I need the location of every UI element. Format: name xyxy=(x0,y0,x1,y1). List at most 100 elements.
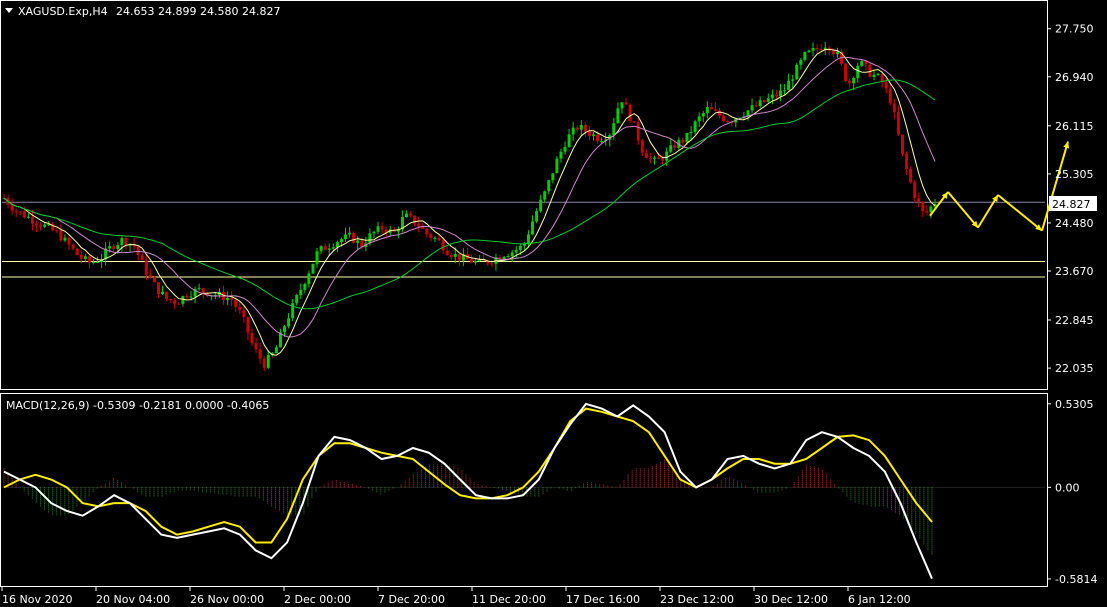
candle-body xyxy=(705,107,709,114)
candle-body xyxy=(124,238,128,246)
candle-body xyxy=(96,261,100,263)
candle-body xyxy=(22,211,26,218)
candle-body xyxy=(173,300,177,304)
candle-body xyxy=(161,291,165,294)
candle-body xyxy=(787,80,791,91)
candle-body xyxy=(835,51,839,55)
macd-line xyxy=(3,402,933,580)
candle-body xyxy=(55,230,59,232)
candle-body xyxy=(87,256,91,263)
candle-body xyxy=(563,147,567,152)
candle-body xyxy=(238,306,242,311)
time-tick-label: 6 Jan 12:00 xyxy=(848,593,911,606)
candle-body xyxy=(18,211,22,213)
candle-body xyxy=(665,151,669,161)
projection-arrows xyxy=(929,141,1070,232)
candle-body xyxy=(575,127,579,130)
candle-body xyxy=(417,223,421,227)
candle-body xyxy=(474,260,478,263)
macd-lines xyxy=(3,402,933,580)
candle-body xyxy=(555,158,559,174)
candle-body xyxy=(71,244,75,249)
candle-body xyxy=(35,223,39,226)
macd-tick-label: 0.00 xyxy=(1055,481,1080,494)
macd-axis: 0.5305 0.00 -0.5814 xyxy=(1047,398,1097,586)
candle-body xyxy=(352,232,356,243)
triangle-down-icon[interactable] xyxy=(5,8,13,13)
candle-body xyxy=(913,182,917,199)
candle-body xyxy=(201,288,205,293)
price-tick-label: 26.115 xyxy=(1055,120,1094,133)
candle-body xyxy=(91,262,95,264)
candle-body xyxy=(892,103,896,113)
candle-body xyxy=(579,125,583,130)
candle-body xyxy=(722,115,726,121)
candle-body xyxy=(779,90,783,97)
price-tick-label: 23.670 xyxy=(1055,265,1094,278)
candle-body xyxy=(571,127,575,135)
candle-body xyxy=(685,132,689,143)
candle-body xyxy=(295,295,299,304)
candle-body xyxy=(905,153,909,169)
candle-body xyxy=(791,79,795,81)
candle-body xyxy=(754,105,758,107)
candle-body xyxy=(148,274,152,278)
candle-body xyxy=(185,296,189,298)
candle-body xyxy=(283,326,287,333)
candle-body xyxy=(79,254,83,259)
candle-body xyxy=(299,289,303,296)
candle-body xyxy=(713,109,717,111)
candle-body xyxy=(514,249,518,253)
candle-body xyxy=(14,210,18,212)
candle-body xyxy=(177,303,181,305)
macd-header-label: MACD(12,26,9) -0.5309 -0.2181 0.0000 -0.… xyxy=(6,399,269,412)
time-axis: 16 Nov 2020 20 Nov 04:00 26 Nov 00:00 2 Dec… xyxy=(1,587,911,606)
time-tick-label: 30 Dec 12:00 xyxy=(754,593,828,606)
candle-body xyxy=(230,297,234,300)
candle-body xyxy=(543,191,547,200)
mid-ma-line xyxy=(3,56,936,338)
candle-body xyxy=(518,245,522,250)
candle-body xyxy=(425,228,429,235)
candle-body xyxy=(67,237,71,245)
candle-body xyxy=(335,242,339,248)
macd-histogram xyxy=(2,459,1045,556)
time-tick-label: 20 Nov 04:00 xyxy=(96,593,170,606)
symbol-label: XAGUSD.Exp,H4 xyxy=(18,5,108,18)
candle-body xyxy=(30,216,34,224)
candle-body xyxy=(226,297,230,301)
candle-body xyxy=(693,121,697,132)
candle-body xyxy=(372,231,376,234)
candle-body xyxy=(697,116,701,122)
candle-body xyxy=(624,102,628,105)
candle-body xyxy=(409,213,413,216)
candle-body xyxy=(311,263,315,274)
candle-body xyxy=(632,121,636,123)
price-tick-label: 24.480 xyxy=(1055,217,1094,230)
candle-body xyxy=(620,102,624,109)
candle-body xyxy=(640,140,644,153)
time-tick-label: 26 Nov 00:00 xyxy=(190,593,264,606)
candle-body xyxy=(669,145,673,152)
candle-body xyxy=(652,157,656,159)
candle-body xyxy=(872,74,876,78)
candle-body xyxy=(506,256,510,258)
candle-body xyxy=(888,88,892,104)
candle-body xyxy=(470,259,474,263)
main-panel-frame xyxy=(0,0,1048,390)
time-tick-label: 16 Nov 2020 xyxy=(2,593,72,606)
candle-body xyxy=(144,260,148,275)
candle-body xyxy=(762,100,766,102)
candle-body xyxy=(380,226,384,230)
candle-body xyxy=(831,50,835,55)
ohlc-label: 24.653 24.899 24.580 24.827 xyxy=(116,5,280,18)
candle-body xyxy=(644,152,648,159)
candle-body xyxy=(258,349,262,359)
candle-body xyxy=(587,131,591,137)
candle-body xyxy=(274,347,278,354)
current-price-value: 24.827 xyxy=(1052,198,1091,211)
candle-body xyxy=(303,283,307,290)
candle-body xyxy=(234,299,238,307)
candle-body xyxy=(535,211,539,222)
candle-body xyxy=(510,252,514,257)
